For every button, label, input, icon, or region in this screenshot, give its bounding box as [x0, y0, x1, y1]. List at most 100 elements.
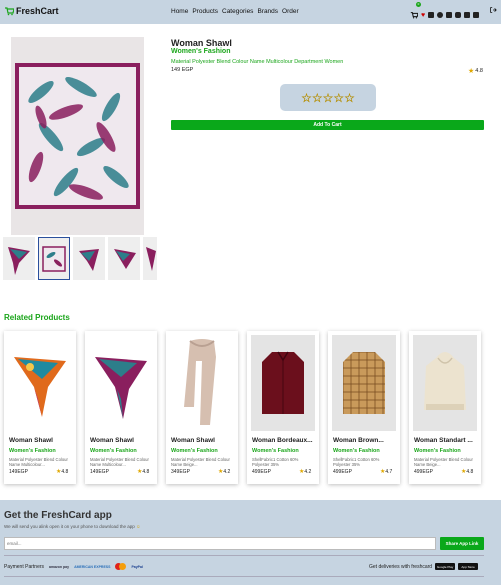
app-download-section: Get the FreshCard app We will send you a… [0, 500, 501, 585]
star-outline-icon[interactable]: ☆ [344, 90, 355, 104]
app-store-badge[interactable]: App Store [458, 563, 479, 570]
product-card-image [332, 335, 396, 431]
product-card-rating: ★ 4.7 [380, 468, 393, 476]
product-card[interactable]: Woman Shawl Women's Fashion Material Pol… [166, 331, 238, 484]
thumbnail-selected[interactable] [38, 237, 70, 280]
heart-icon[interactable]: ♥ [421, 12, 425, 19]
product-card-description: Material Polyester Blend Colour Name Mul… [90, 457, 149, 467]
product-card-rating: ★ 4.2 [299, 468, 312, 476]
product-card-price: 149EGP [9, 469, 28, 475]
thumbnail-strip [3, 237, 157, 280]
product-rating-value: 4.8 [475, 68, 483, 74]
product-card[interactable]: Woman Bordeaux... Women's Fashion ShellF… [247, 331, 319, 484]
product-card-rating: ★ 4.8 [137, 468, 150, 476]
get-deliveries-label: Get deliveries with freshcard [369, 563, 433, 570]
product-card-image [251, 335, 315, 431]
product-card-image [8, 335, 72, 431]
product-category: Women's Fashion [171, 48, 231, 55]
product-card-title: Woman Bordeaux... [252, 437, 313, 444]
linkedin-icon[interactable] [464, 12, 471, 18]
product-price: 149 EGP [171, 67, 194, 73]
instagram-icon[interactable] [428, 12, 435, 18]
google-play-badge[interactable]: Google Play [435, 563, 456, 570]
cart-count-badge: 0 [416, 2, 421, 7]
amex-logo: AMERICAN EXPRESS [74, 564, 111, 569]
facebook-icon[interactable] [437, 12, 444, 18]
nav-link-order[interactable]: Order [282, 8, 299, 15]
product-rating: ★ 4.8 [468, 67, 483, 75]
product-card-rating-value: 4.2 [223, 468, 231, 475]
product-card-rating-value: 4.8 [142, 468, 150, 475]
product-card-category: Women's Fashion [333, 448, 380, 454]
product-card-rating: ★ 4.8 [461, 468, 474, 476]
cart-icon [410, 12, 419, 19]
cart-logo-icon [5, 7, 14, 16]
product-card-price: 499EGP [414, 469, 433, 475]
product-main-image [11, 37, 144, 235]
mastercard-logo [115, 563, 127, 570]
product-card-description: ShellFabric1 Cotton 60% Polyester 35% [252, 457, 299, 467]
social-icons: 0 ♥ [410, 2, 480, 24]
thumbnail[interactable] [3, 237, 35, 280]
smile-emoji-icon: ☺ [136, 524, 141, 529]
product-card-image [89, 335, 153, 431]
brand-logo[interactable]: FreshCart [4, 6, 59, 16]
star-outline-icon[interactable]: ☆ [301, 90, 312, 104]
star-outline-icon[interactable]: ☆ [322, 90, 333, 104]
nav-links: Home Products Categories Brands Order [171, 8, 299, 15]
thumbnail[interactable] [143, 237, 157, 280]
add-to-cart-button[interactable]: Add To Cart [171, 120, 484, 130]
app-section-subtitle: We will send you alink open it on your p… [4, 524, 141, 529]
payment-partners: Payment Partners amazon pay AMERICAN EXP… [4, 563, 143, 570]
product-card[interactable]: Woman Shawl Women's Fashion Material Pol… [85, 331, 157, 484]
logout-icon[interactable] [489, 6, 497, 14]
product-card-rating-value: 4.7 [385, 468, 393, 475]
youtube-icon[interactable] [473, 12, 480, 18]
star-outline-icon[interactable]: ☆ [312, 90, 323, 104]
divider [4, 576, 484, 577]
nav-link-products[interactable]: Products [192, 8, 218, 15]
star-outline-icon[interactable]: ☆ [333, 90, 344, 104]
thumbnail[interactable] [73, 237, 105, 280]
product-card-description: Material Polyester Blend Colour Name Mul… [9, 457, 68, 467]
rating-stars-input[interactable]: ☆ ☆ ☆ ☆ ☆ [280, 84, 376, 111]
product-card-price: 499EGP [252, 469, 271, 475]
product-card-title: Woman Standart ... [414, 437, 473, 444]
nav-link-categories[interactable]: Categories [222, 8, 253, 15]
app-section-title: Get the FreshCard app [4, 510, 112, 521]
nav-link-home[interactable]: Home [171, 8, 188, 15]
share-app-link-button[interactable]: Share App Link [440, 537, 484, 550]
product-card-category: Women's Fashion [171, 448, 218, 454]
product-card[interactable]: Woman Shawl Women's Fashion Material Pol… [4, 331, 76, 484]
product-card[interactable]: Woman Brown... Women's Fashion ShellFabr… [328, 331, 400, 484]
product-card-rating: ★ 4.2 [218, 468, 231, 476]
twitter-icon[interactable] [455, 12, 462, 18]
divider [4, 555, 484, 556]
product-card-category: Women's Fashion [90, 448, 137, 454]
email-input[interactable] [4, 537, 436, 550]
product-description: Material Polyester Blend Colour Name Mul… [171, 59, 344, 65]
scarf-image [11, 37, 144, 235]
product-card-title: Woman Shawl [171, 437, 215, 444]
brand-name: FreshCart [16, 6, 59, 16]
cart-button[interactable]: 0 [410, 2, 421, 24]
tiktok-icon[interactable] [446, 12, 453, 18]
product-card-title: Woman Shawl [9, 437, 53, 444]
payment-partners-label: Payment Partners [4, 563, 45, 570]
product-card-price: 349EGP [171, 469, 190, 475]
product-card-rating-value: 4.8 [466, 468, 474, 475]
product-card-image [413, 335, 477, 431]
product-title: Woman Shawl [171, 38, 232, 48]
product-card-category: Women's Fashion [414, 448, 461, 454]
product-card-title: Woman Brown... [333, 437, 384, 444]
amazon-pay-logo: amazon pay [49, 564, 70, 569]
product-card-title: Woman Shawl [90, 437, 134, 444]
nav-link-brands[interactable]: Brands [257, 8, 278, 15]
thumbnail[interactable] [108, 237, 140, 280]
get-deliveries: Get deliveries with freshcard Google Pla… [369, 563, 479, 570]
product-card-description: Material Polyester Blend Colour Name Bei… [414, 457, 473, 467]
navbar: FreshCart Home Products Categories Brand… [0, 0, 501, 24]
product-card-rating-value: 4.2 [304, 468, 312, 475]
product-card[interactable]: Woman Standart ... Women's Fashion Mater… [409, 331, 481, 484]
related-products-heading: Related Products [4, 313, 70, 322]
